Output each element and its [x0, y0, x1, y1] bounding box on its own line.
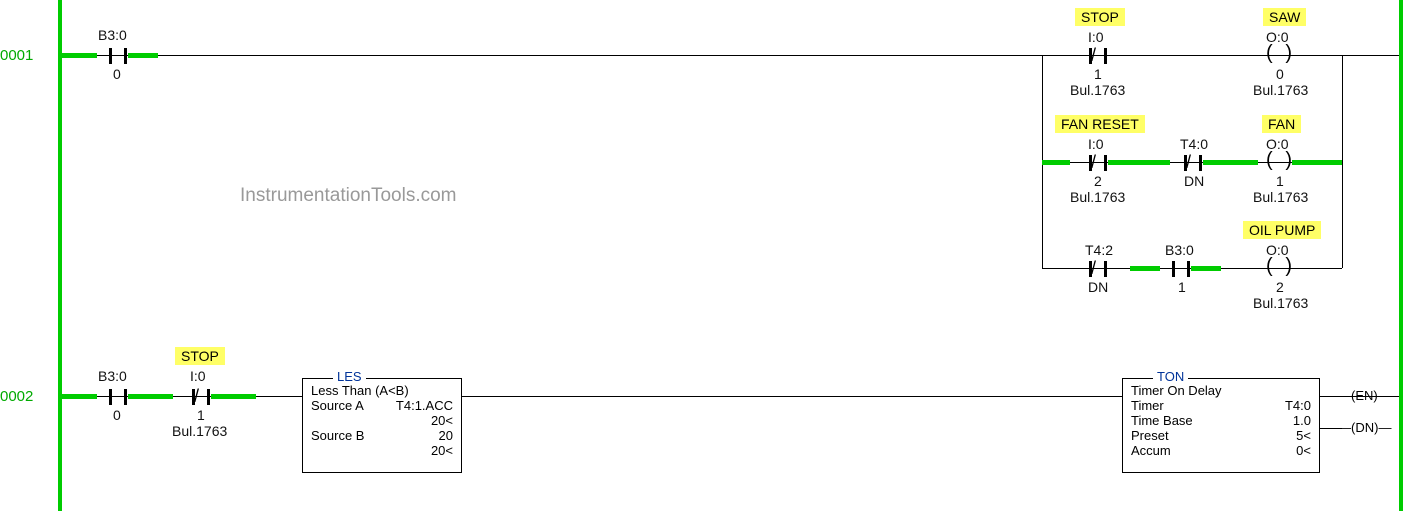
les-srcb-val: 20 — [439, 428, 453, 443]
wire-energized — [1292, 160, 1342, 165]
les-srca-val: T4:1.ACC — [396, 398, 453, 413]
addr: 0 — [1276, 66, 1284, 82]
addr: Bul.1763 — [1070, 189, 1125, 205]
wire-energized — [128, 53, 158, 58]
ton-title: TON — [1153, 369, 1188, 384]
tag-stop: STOP — [1075, 8, 1125, 26]
addr: I:0 — [190, 368, 206, 384]
ote-oilpump: () — [1256, 259, 1302, 279]
wire-energized — [211, 394, 256, 399]
watermark: InstrumentationTools.com — [240, 185, 457, 207]
les-srcb-sub: 20< — [431, 443, 453, 458]
addr-top: B3:0 — [98, 27, 127, 43]
addr: Bul.1763 — [1253, 295, 1308, 311]
ton-desc: Timer On Delay — [1131, 383, 1311, 398]
wire-energized — [62, 53, 97, 58]
wire-energized — [1130, 266, 1160, 271]
addr: B3:0 — [98, 368, 127, 384]
ton-v1: 1.0 — [1293, 413, 1311, 428]
ton-k3: Accum — [1131, 443, 1171, 458]
tag-saw: SAW — [1263, 8, 1306, 26]
les-srcb-label: Source B — [311, 428, 364, 443]
wire — [1342, 55, 1399, 56]
addr: 0 — [113, 407, 121, 423]
addr: Bul.1763 — [1253, 189, 1308, 205]
ton-v0: T4:0 — [1285, 398, 1311, 413]
addr: T4:2 — [1085, 242, 1113, 258]
les-srca-label: Source A — [311, 398, 364, 413]
addr: 2 — [1276, 279, 1284, 295]
tag-oilpump: OIL PUMP — [1243, 221, 1321, 239]
ton-k1: Time Base — [1131, 413, 1193, 428]
addr: 1 — [1178, 279, 1186, 295]
addr: 1 — [1276, 173, 1284, 189]
addr: I:0 — [1088, 136, 1104, 152]
ote-saw: () — [1256, 46, 1302, 66]
xio-stop: / — [1075, 46, 1121, 66]
left-power-rail — [58, 0, 62, 511]
wire-energized — [62, 394, 97, 399]
addr: I:0 — [1088, 29, 1104, 45]
addr: B3:0 — [1165, 242, 1194, 258]
addr: 1 — [1094, 66, 1102, 82]
addr: 1 — [197, 407, 205, 423]
addr: Bul.1763 — [172, 423, 227, 439]
ton-dn-flag: DN — [1338, 420, 1391, 435]
wire — [1342, 55, 1343, 268]
addr-bot: 0 — [113, 66, 121, 82]
wire-energized — [1203, 160, 1258, 165]
rung-number-2: 0002 — [0, 388, 33, 405]
right-power-rail — [1399, 0, 1403, 511]
addr: 2 — [1094, 173, 1102, 189]
rung-number-1: 0001 — [0, 47, 33, 64]
addr: Bul.1763 — [1070, 82, 1125, 98]
tag-fan: FAN — [1262, 115, 1301, 133]
wire-energized — [128, 394, 173, 399]
wire-energized — [1108, 160, 1170, 165]
ton-k0: Timer — [1131, 398, 1164, 413]
les-desc: Less Than (A<B) — [311, 383, 453, 398]
wire-energized — [1191, 266, 1221, 271]
addr: T4:0 — [1180, 136, 1208, 152]
les-srca-sub: 20< — [431, 413, 453, 428]
addr: Bul.1763 — [1253, 82, 1308, 98]
addr: DN — [1184, 173, 1204, 189]
ton-en-flag: EN — [1338, 388, 1391, 403]
wire-energized — [1042, 160, 1070, 165]
ton-v3: 0< — [1296, 443, 1311, 458]
ton-k2: Preset — [1131, 428, 1169, 443]
wire — [62, 55, 1042, 56]
tag-stop-r2: STOP — [175, 347, 225, 365]
xio-t42dn: / — [1075, 259, 1121, 279]
les-title: LES — [333, 369, 366, 384]
tag-fanreset: FAN RESET — [1055, 115, 1145, 133]
les-instruction: LES Less Than (A<B) Source AT4:1.ACC 20<… — [302, 378, 462, 473]
wire — [1320, 428, 1342, 429]
ton-instruction: TON Timer On Delay TimerT4:0 Time Base1.… — [1122, 378, 1320, 473]
addr: DN — [1088, 279, 1108, 295]
ton-v2: 5< — [1296, 428, 1311, 443]
